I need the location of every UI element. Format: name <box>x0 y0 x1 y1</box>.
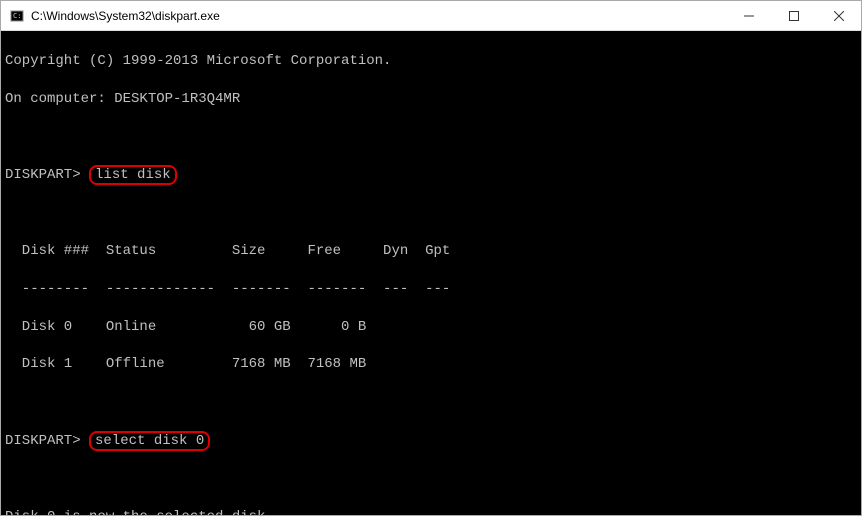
titlebar[interactable]: C: C:\Windows\System32\diskpart.exe <box>1 1 861 31</box>
maximize-button[interactable] <box>771 1 816 30</box>
disk-table-divider: -------- ------------- ------- ------- -… <box>5 280 857 299</box>
app-window: C: C:\Windows\System32\diskpart.exe Copy… <box>0 0 862 516</box>
close-button[interactable] <box>816 1 861 30</box>
window-title: C:\Windows\System32\diskpart.exe <box>31 9 726 23</box>
minimize-button[interactable] <box>726 1 771 30</box>
table-row: Disk 0 Online 60 GB 0 B <box>5 318 857 337</box>
disk-table-header: Disk ### Status Size Free Dyn Gpt <box>5 242 857 261</box>
command-select-disk: select disk 0 <box>89 431 210 451</box>
window-controls <box>726 1 861 30</box>
status-message: Disk 0 is now the selected disk. <box>5 508 857 515</box>
svg-text:C:: C: <box>13 12 21 20</box>
computer-line: On computer: DESKTOP-1R3Q4MR <box>5 90 857 109</box>
terminal-output[interactable]: Copyright (C) 1999-2013 Microsoft Corpor… <box>1 31 861 515</box>
prompt-label: DISKPART> <box>5 433 81 449</box>
copyright-line: Copyright (C) 1999-2013 Microsoft Corpor… <box>5 52 857 71</box>
command-list-disk: list disk <box>89 165 177 185</box>
table-row: Disk 1 Offline 7168 MB 7168 MB <box>5 355 857 374</box>
app-icon: C: <box>9 8 25 24</box>
prompt-label: DISKPART> <box>5 167 81 183</box>
